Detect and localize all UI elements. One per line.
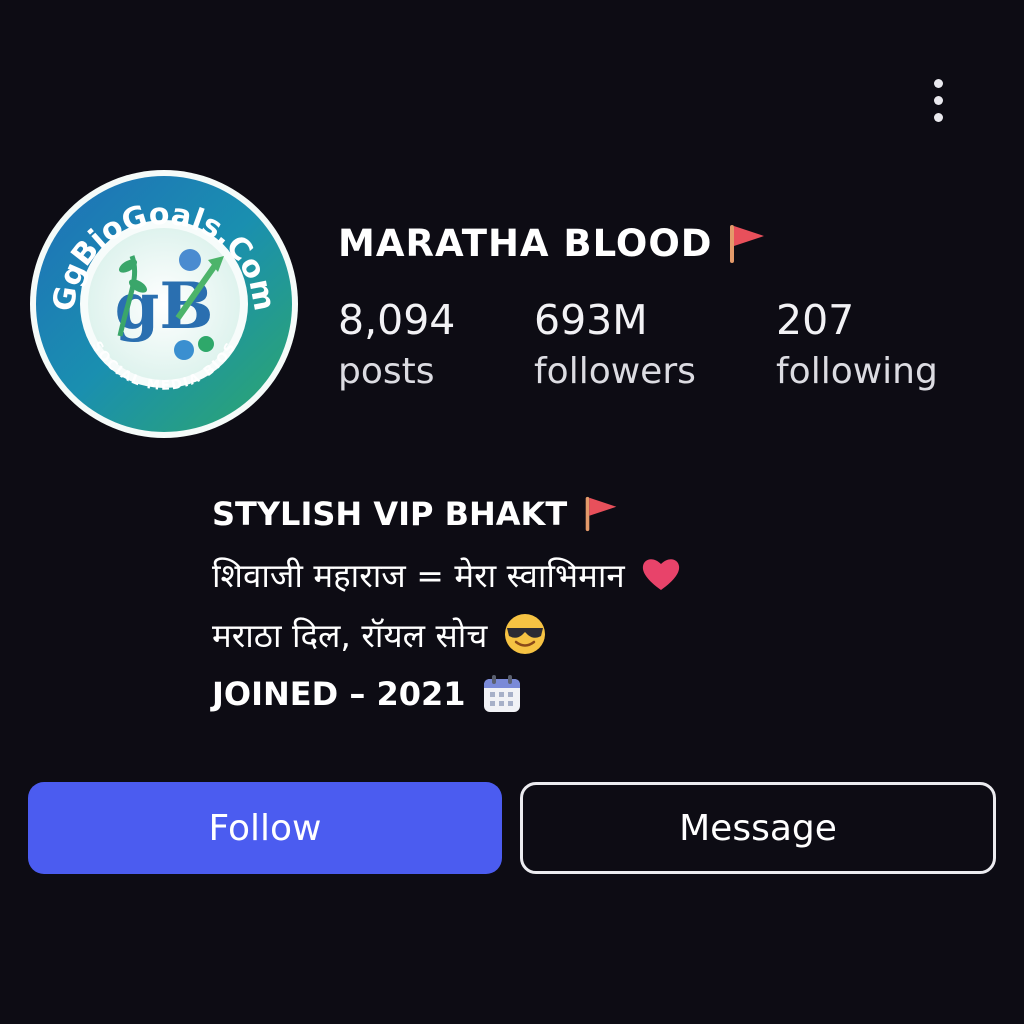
bio-line-4-text: JOINED – 2021 — [212, 675, 466, 713]
follow-button[interactable]: Follow — [28, 782, 502, 874]
message-button[interactable]: Message — [520, 782, 996, 874]
following-label: following — [776, 351, 938, 392]
posts-label: posts — [338, 351, 435, 392]
bio-line-1-text: STYLISH VIP BHAKT — [212, 495, 568, 533]
more-options-icon[interactable] — [918, 72, 958, 128]
followers-count: 693M — [534, 296, 648, 344]
profile-username: MARATHA BLOOD — [338, 222, 767, 265]
bio-line-1: STYLISH VIP BHAKT — [212, 484, 972, 544]
red-heart-icon — [642, 559, 679, 590]
menu-dot — [933, 95, 943, 105]
profile-stats: 8,094 posts 693M followers 207 following — [338, 294, 978, 404]
profile-screen: GgBioGoals.Com SOCIAL MEDIA BIOS gB MARA… — [0, 0, 1024, 1024]
red-flag-icon — [585, 496, 617, 532]
bio-line-3: मराठा दिल, रॉयल सोच — [212, 604, 972, 664]
followers-stat[interactable]: 693M followers — [534, 294, 696, 398]
following-stat[interactable]: 207 following — [776, 294, 938, 398]
followers-label: followers — [534, 351, 696, 392]
posts-stat[interactable]: 8,094 posts — [338, 294, 455, 398]
bio-line-4: JOINED – 2021 — [212, 664, 972, 724]
bio-line-2: शिवाजी महाराज = मेरा स्वाभिमान — [212, 544, 972, 604]
menu-dot — [933, 78, 943, 88]
profile-avatar[interactable]: GgBioGoals.Com SOCIAL MEDIA BIOS gB — [28, 168, 300, 440]
calendar-icon — [483, 675, 520, 712]
profile-bio: STYLISH VIP BHAKT शिवाजी महाराज = मेरा स… — [212, 484, 972, 724]
following-count: 207 — [776, 296, 855, 344]
ggbiogoals-logo: GgBioGoals.Com SOCIAL MEDIA BIOS gB — [30, 170, 298, 438]
bio-line-2-text: शिवाजी महाराज = मेरा स्वाभिमान — [212, 555, 625, 595]
menu-dot — [933, 112, 943, 122]
smiling-face-with-sunglasses-icon — [505, 614, 546, 654]
posts-count: 8,094 — [338, 296, 456, 344]
red-flag-icon — [729, 224, 764, 263]
username-text: MARATHA BLOOD — [338, 222, 713, 265]
bio-line-3-text: मराठा दिल, रॉयल सोच — [212, 615, 488, 655]
